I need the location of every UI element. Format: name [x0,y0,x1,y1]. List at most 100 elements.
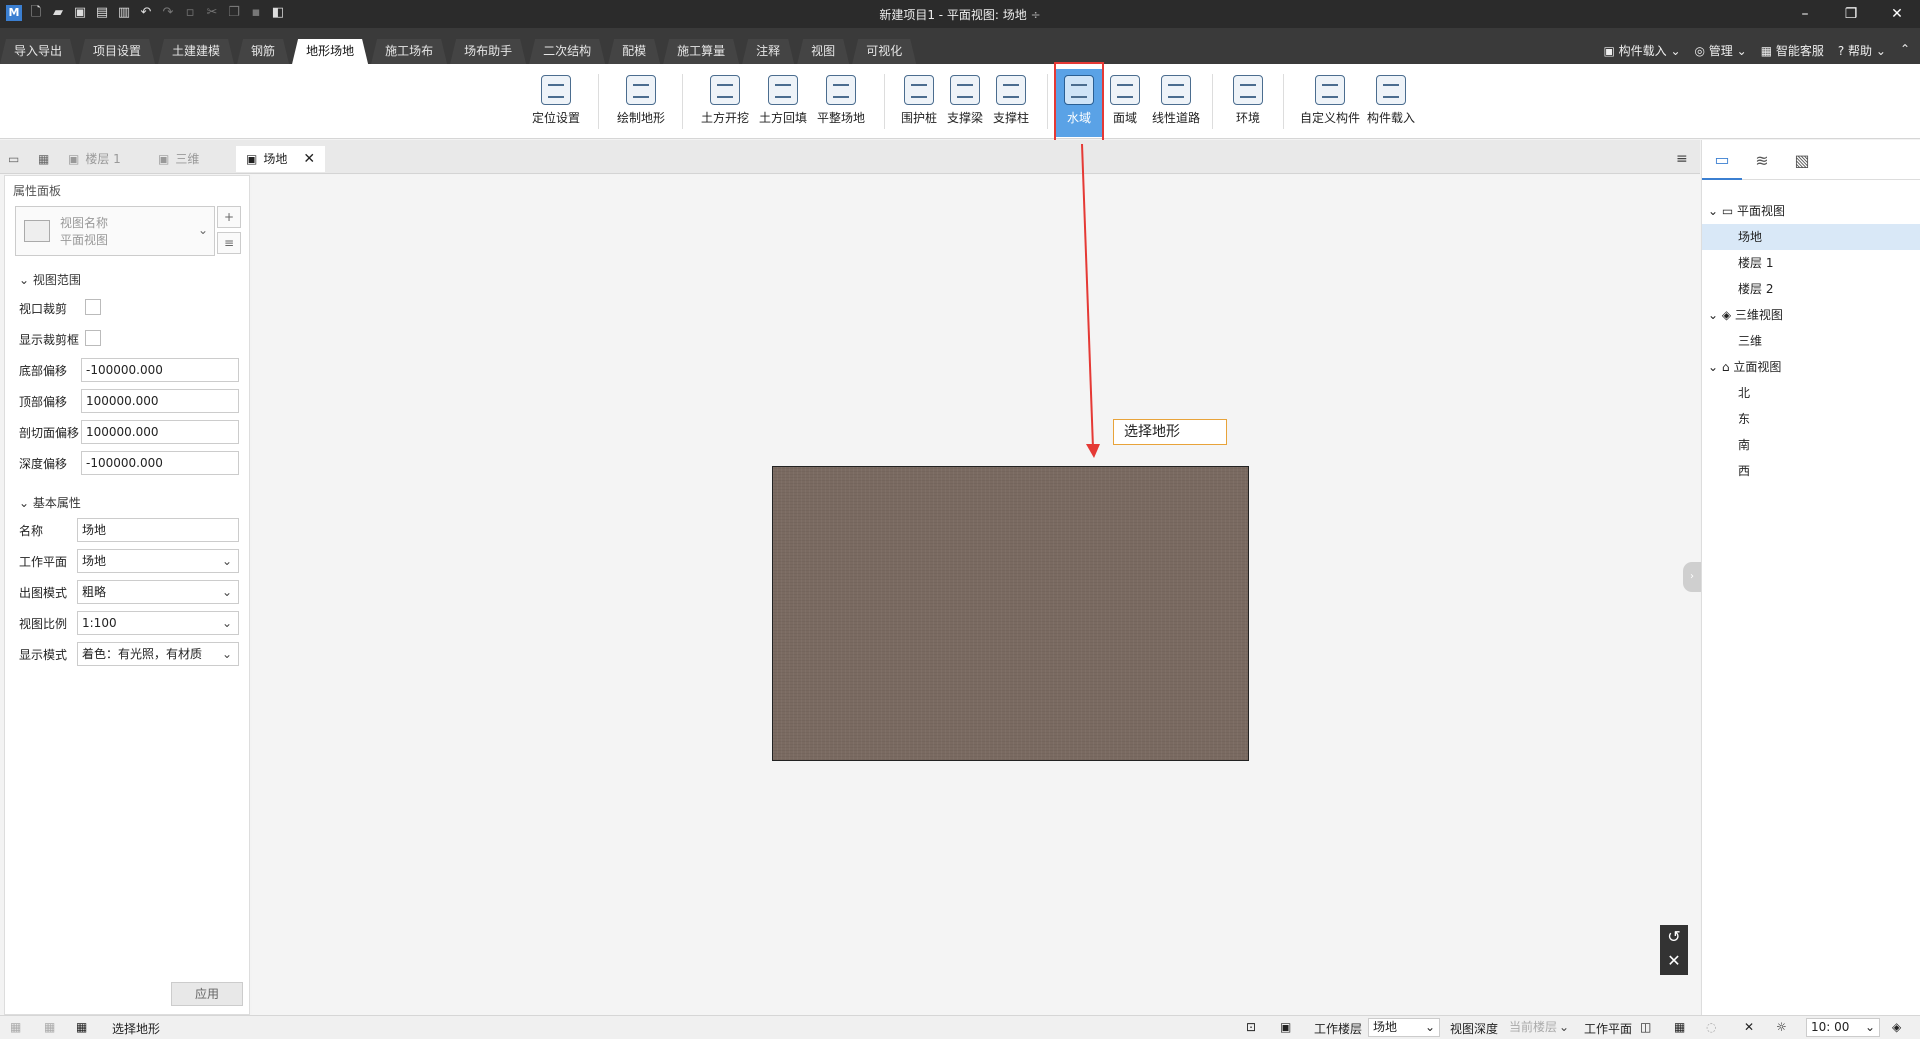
ribbon: 定位设置 绘制地形 土方开挖 土方回填 平整场地 围护桩 支撑梁 支撑柱 水域 … [0,64,1920,139]
menu-tab-8[interactable]: 配模 [608,39,660,64]
menu-tab-7[interactable]: 二次结构 [529,39,605,64]
menu-tab-9[interactable]: 施工算量 [663,39,739,64]
menu-tab-12[interactable]: 可视化 [852,39,916,64]
tree-3d-views[interactable]: ⌄ ◈ 三维视图 [1702,302,1920,328]
view-scale-select[interactable]: 1:100 ⌄ [77,611,239,635]
snapshot-icon[interactable]: ▣ [1280,1020,1291,1034]
view-depth-select[interactable]: 当前楼层 ⌄ [1504,1018,1574,1037]
section-view-range[interactable]: ⌄ 视图范围 [19,271,81,288]
layout-icon-1[interactable]: ▦ [10,1020,21,1034]
collapse-panel-handle[interactable]: › [1683,562,1701,592]
grid-toggle-icon[interactable]: ▦ [1674,1020,1685,1034]
help-menu[interactable]: ? 帮助 ⌄ [1838,42,1886,59]
locate-settings-button[interactable]: 定位设置 [530,69,582,137]
manage-menu[interactable]: ◎ 管理 ⌄ [1695,42,1747,59]
rotate-icon[interactable]: ↺ [1660,925,1688,949]
excavate-button[interactable]: 土方开挖 [699,69,751,137]
tree-item-south[interactable]: 南 [1702,432,1920,458]
select-terrain-tooltip: 选择地形 [1113,419,1227,445]
cube-icon[interactable]: ◈ [1892,1020,1901,1034]
tree-item-north[interactable]: 北 [1702,380,1920,406]
support-beam-button[interactable]: 支撑梁 [939,69,991,137]
work-floor-select[interactable]: 场地 ⌄ [1368,1018,1440,1037]
component-load-button[interactable]: 构件载入 [1362,69,1420,137]
tab-floor1[interactable]: ▣ 楼层 1 [68,146,121,172]
draw-terrain-button[interactable]: 绘制地形 [615,69,667,137]
chevron-down-icon: ⌄ [221,616,232,630]
tree-item-floor2[interactable]: 楼层 2 [1702,276,1920,302]
tree-item-west[interactable]: 西 [1702,458,1920,484]
layout-tab-icon[interactable]: ▧ [1782,140,1822,180]
menu-tab-1[interactable]: 项目设置 [79,39,155,64]
tree-item-site[interactable]: 场地 [1702,224,1920,250]
output-mode-select[interactable]: 粗略 ⌄ [77,580,239,604]
smart-service-button[interactable]: ▦ 智能客服 [1761,42,1824,59]
support-column-button[interactable]: 支撑柱 [985,69,1037,137]
collapse-ribbon-icon[interactable]: ⌃ [1900,42,1910,59]
menu-tab-2[interactable]: 土建建模 [158,39,234,64]
bottom-offset-input[interactable]: -100000.000 [81,358,239,382]
layout-icon-2[interactable]: ▦ [44,1020,55,1034]
name-input[interactable]: 场地 [77,518,239,542]
support-column-icon [996,75,1026,105]
view-nav-control[interactable]: ↺ ✕ [1660,925,1688,975]
component-load-menu[interactable]: ▣ 构件载入 ⌄ [1603,42,1680,59]
window-icon[interactable]: ▭ [8,146,19,172]
tree-item-3d[interactable]: 三维 [1702,328,1920,354]
time-select[interactable]: 10: 00 ⌄ [1806,1018,1880,1037]
top-offset-input[interactable]: 100000.000 [81,389,239,413]
properties-panel: 属性面板 视图名称 平面视图 ⌄ + ≡ ⌄ 视图范围 视口裁剪 显示裁剪框 底… [4,175,250,1015]
work-plane-icon[interactable]: ◫ [1640,1020,1651,1034]
grid-icon[interactable]: ▦ [38,146,49,172]
custom-component-button[interactable]: 自定义构件 [1298,69,1362,137]
surface-area-button[interactable]: 面域 [1105,69,1145,137]
fence-pile-button[interactable]: 围护桩 [893,69,945,137]
menu-tab-10[interactable]: 注释 [742,39,794,64]
menu-tab-5[interactable]: 施工场布 [371,39,447,64]
view-type-selector[interactable]: 视图名称 平面视图 ⌄ [15,206,215,256]
snap-off-icon[interactable]: ✕ [1744,1020,1754,1034]
menu-tab-11[interactable]: 视图 [797,39,849,64]
display-mode-select[interactable]: 着色：有光照，有材质 ⌄ [77,642,239,666]
crop-checkbox[interactable] [85,299,101,315]
light-icon[interactable]: ◌ [1706,1020,1716,1034]
linear-road-button[interactable]: 线性道路 [1149,69,1203,137]
sun-off-icon[interactable]: ☼ [1776,1020,1787,1034]
environment-button[interactable]: 环境 [1222,69,1274,137]
views-tab-icon[interactable]: ▭ [1702,140,1742,180]
tree-plan-views[interactable]: ⌄ ▭ 平面视图 [1702,198,1920,224]
tree-item-east[interactable]: 东 [1702,406,1920,432]
title-bar: M 🗋 ▰ ▣ ▤ ▥ ↶ ↷ ▫ ✂ ❐ ▪ ◧ 新建项目1 - 平面视图: … [0,0,1920,28]
layout-icon-3[interactable]: ▦ [76,1020,87,1034]
tab-menu-icon[interactable]: ≡ [1676,146,1688,172]
project-browser: ▭ ≋ ▧ ⌄ ▭ 平面视图 场地 楼层 1 楼层 2 ⌄ ◈ 三维视图 三维 … [1701,140,1920,1015]
menu-tab-6[interactable]: 场布助手 [450,39,526,64]
close-button[interactable]: ✕ [1874,0,1920,28]
tree-item-floor1[interactable]: 楼层 1 [1702,250,1920,276]
tab-site[interactable]: ▣ 场地 ✕ [236,146,326,172]
cut-offset-input[interactable]: 100000.000 [81,420,239,444]
visibility-tab-icon[interactable]: ≋ [1742,140,1782,180]
tree-elevation-views[interactable]: ⌄ ⌂ 立面视图 [1702,354,1920,380]
add-view-button[interactable]: + [217,206,241,228]
depth-offset-input[interactable]: -100000.000 [81,451,239,475]
menu-tab-0[interactable]: 导入导出 [0,39,76,64]
view-list-button[interactable]: ≡ [217,232,241,254]
terrain-surface[interactable] [772,466,1249,761]
menu-tab-4[interactable]: 地形场地 [292,39,368,64]
section-basic[interactable]: ⌄ 基本属性 [19,494,81,511]
zoom-fit-icon[interactable]: ⊡ [1246,1020,1256,1034]
menu-tab-3[interactable]: 钢筋 [237,39,289,64]
minimize-button[interactable]: – [1782,0,1828,28]
view-depth-label: 视图深度 [1450,1022,1499,1036]
level-site-button[interactable]: 平整场地 [815,69,867,137]
restore-button[interactable]: ❐ [1828,0,1874,28]
show-crop-checkbox[interactable] [85,330,101,346]
workplane-select[interactable]: 场地 ⌄ [77,549,239,573]
close-nav-icon[interactable]: ✕ [1660,949,1688,973]
custom-component-icon [1315,75,1345,105]
close-tab-icon[interactable]: ✕ [303,146,315,172]
tab-3d[interactable]: ▣ 三维 [158,146,199,172]
backfill-button[interactable]: 土方回填 [757,69,809,137]
apply-button[interactable]: 应用 [171,982,243,1006]
